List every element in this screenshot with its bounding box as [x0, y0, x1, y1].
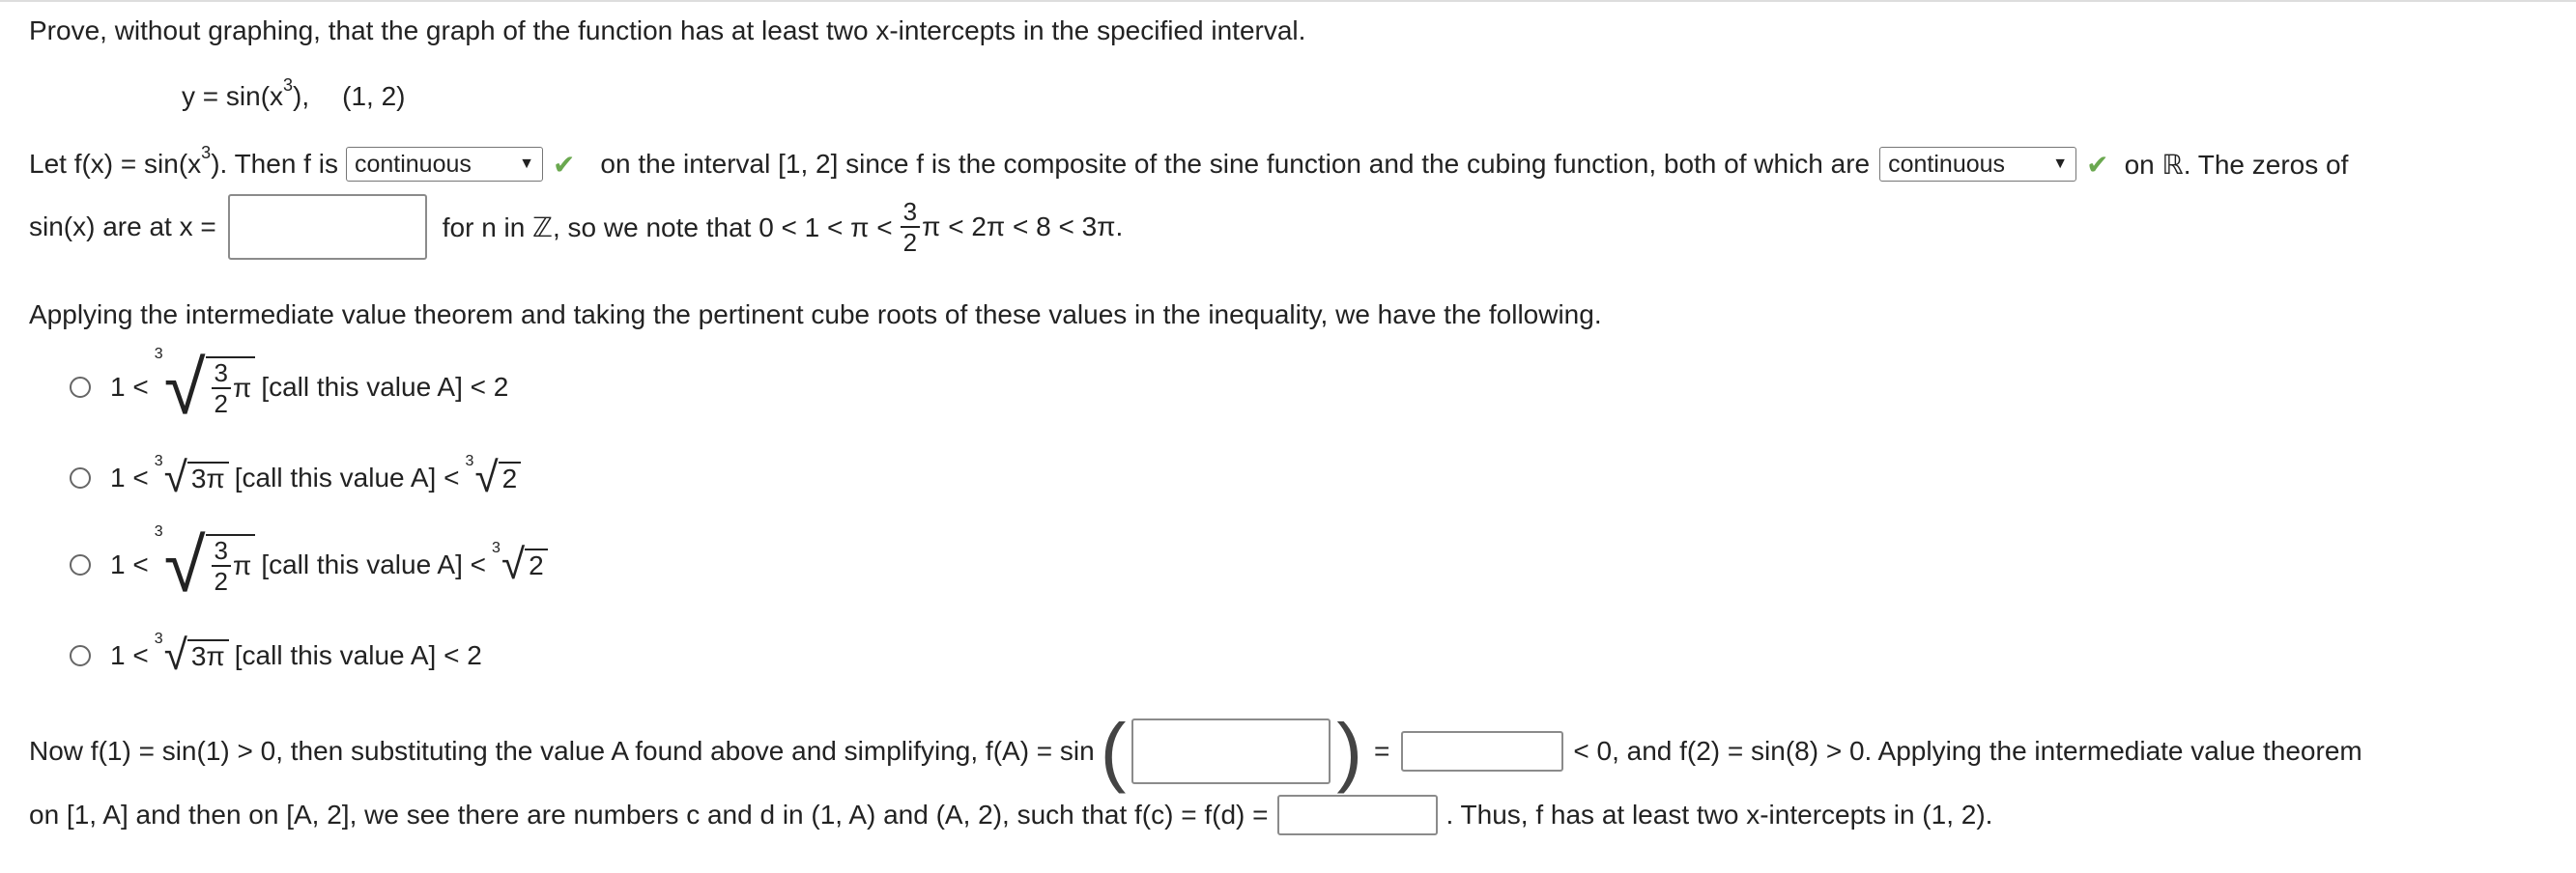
p3-seg2: < 0, and f(2) = sin(8) > 0. Applying the… — [1573, 736, 2362, 766]
function-exponent: 3 — [283, 74, 294, 95]
radicand: 3π — [186, 462, 229, 494]
check-icon: ✔ — [552, 149, 576, 180]
f-of-a-argument-input[interactable] — [1131, 718, 1331, 784]
chevron-down-icon: ▼ — [519, 155, 534, 172]
cube-root-right: 3 √ 2 — [492, 540, 548, 586]
select2-value: continuous — [1888, 150, 2006, 178]
function-interval: (1, 2) — [342, 81, 406, 111]
zeros-answer-input[interactable] — [227, 194, 427, 260]
cube-root-right: 3 √ 2 — [465, 453, 522, 499]
radio-button[interactable] — [70, 645, 91, 666]
option-text: [call this value A] < 2 — [261, 372, 509, 402]
chevron-down-icon: ▼ — [2052, 155, 2069, 172]
p1-frac-num: 3 — [900, 197, 921, 228]
pi-symbol: π — [232, 373, 252, 403]
p1-seg6: for n in ℤ, so we note that 0 < 1 < π < — [442, 211, 893, 242]
root-index: 3 — [154, 453, 163, 469]
p1-seg1: Let f(x) = sin(x — [29, 149, 202, 179]
left-paren: ( — [1100, 708, 1127, 794]
continuity-select-1[interactable]: continuous ▼ — [345, 147, 543, 182]
function-line: y = sin(x 3), (1, 2) — [182, 68, 406, 126]
page: Prove, without graphing, that the graph … — [0, 0, 2576, 873]
option-text: [call this value A] < 2 — [234, 640, 482, 670]
radicand: 2 — [525, 549, 548, 581]
p1-seg3: on the interval [1, 2] since f is the co… — [600, 149, 1871, 179]
cube-root: 3 √ 3π — [154, 631, 229, 677]
paragraph1-line1: Let f(x) = sin(x 3). Then f is continuous… — [29, 135, 2348, 193]
paragraph3-line1: Now f(1) = sin(1) > 0, then substituting… — [29, 713, 2362, 790]
p3-seg3: on [1, A] and then on [A, 2], we see the… — [29, 800, 1269, 830]
radicand-fraction: 3 2 — [211, 536, 231, 596]
p1-fraction: 3 2 — [900, 197, 921, 257]
frac-den: 2 — [214, 567, 228, 596]
root-index: 3 — [154, 631, 163, 647]
option-4[interactable]: 1 < 3 √ 3π [call this value A] < 2 — [70, 622, 482, 690]
option-text: [call this value A] < — [234, 463, 460, 493]
root-index: 3 — [465, 453, 474, 469]
p3-seg4: . Thus, f has at least two x-intercepts … — [1445, 800, 1993, 830]
option-lead: 1 < — [110, 372, 149, 402]
pi-symbol: π — [232, 550, 252, 580]
cube-root: 3 √ 3 2 π — [155, 523, 256, 603]
option-1[interactable]: 1 < 3 √ 3 2 π [call this value A] < 2 — [70, 346, 509, 425]
option-lead: 1 < — [110, 640, 149, 670]
p2-text: Applying the intermediate value theorem … — [29, 299, 1602, 329]
radio-button[interactable] — [70, 554, 91, 576]
radicand: 3 2 π — [205, 534, 256, 596]
frac-num: 3 — [211, 536, 231, 567]
option-lead: 1 < — [110, 549, 149, 579]
check-icon: ✔ — [2086, 149, 2109, 180]
p1-seg7: π < 2π < 8 < 3π. — [922, 211, 1124, 241]
p1-exponent: 3 — [201, 142, 212, 162]
radio-button[interactable] — [70, 377, 91, 398]
radicand: 2 — [498, 462, 522, 494]
radicand: 3π — [186, 639, 229, 672]
paragraph1-line2: sin(x) are at x = for n in ℤ, so we note… — [29, 193, 1123, 261]
option-text: [call this value A] < — [261, 549, 486, 579]
root-index: 3 — [154, 523, 163, 540]
paragraph3-line2: on [1, A] and then on [A, 2], we see the… — [29, 786, 1992, 844]
instruction: Prove, without graphing, that the graph … — [29, 2, 1305, 60]
paragraph2: Applying the intermediate value theorem … — [29, 286, 1602, 344]
root-index: 3 — [154, 346, 163, 362]
p1-seg4: on ℝ. The zeros of — [2124, 149, 2349, 180]
p1-seg5: sin(x) are at x = — [29, 211, 216, 241]
function-close: ), — [293, 81, 310, 111]
right-paren: ) — [1336, 708, 1362, 794]
cube-root: 3 √ 3π — [155, 453, 229, 499]
f-c-value-input[interactable] — [1277, 795, 1439, 835]
cube-root: 3 √ 3 2 π — [155, 346, 256, 425]
radicand-fraction: 3 2 — [211, 358, 231, 418]
radicand: 3 2 π — [205, 356, 256, 418]
continuity-select-2[interactable]: continuous ▼ — [1879, 147, 2077, 182]
p3-equals: = — [1374, 736, 1390, 766]
select1-value: continuous — [354, 150, 472, 178]
frac-num: 3 — [211, 358, 231, 389]
p1-frac-den: 2 — [902, 228, 918, 257]
option-2[interactable]: 1 < 3 √ 3π [call this value A] < 3 √ 2 — [70, 444, 527, 512]
frac-den: 2 — [214, 389, 228, 418]
root-index: 3 — [492, 540, 501, 556]
radio-button[interactable] — [70, 467, 91, 489]
instruction-text: Prove, without graphing, that the graph … — [29, 15, 1306, 45]
p1-seg2: ). Then f is — [211, 149, 338, 179]
option-lead: 1 < — [110, 463, 149, 493]
f-of-a-value-input[interactable] — [1401, 731, 1564, 772]
function-text: y = sin(x — [182, 81, 284, 111]
p3-seg1: Now f(1) = sin(1) > 0, then substituting… — [29, 736, 1095, 766]
option-3[interactable]: 1 < 3 √ 3 2 π [call this value A] < 3 √ … — [70, 523, 554, 603]
